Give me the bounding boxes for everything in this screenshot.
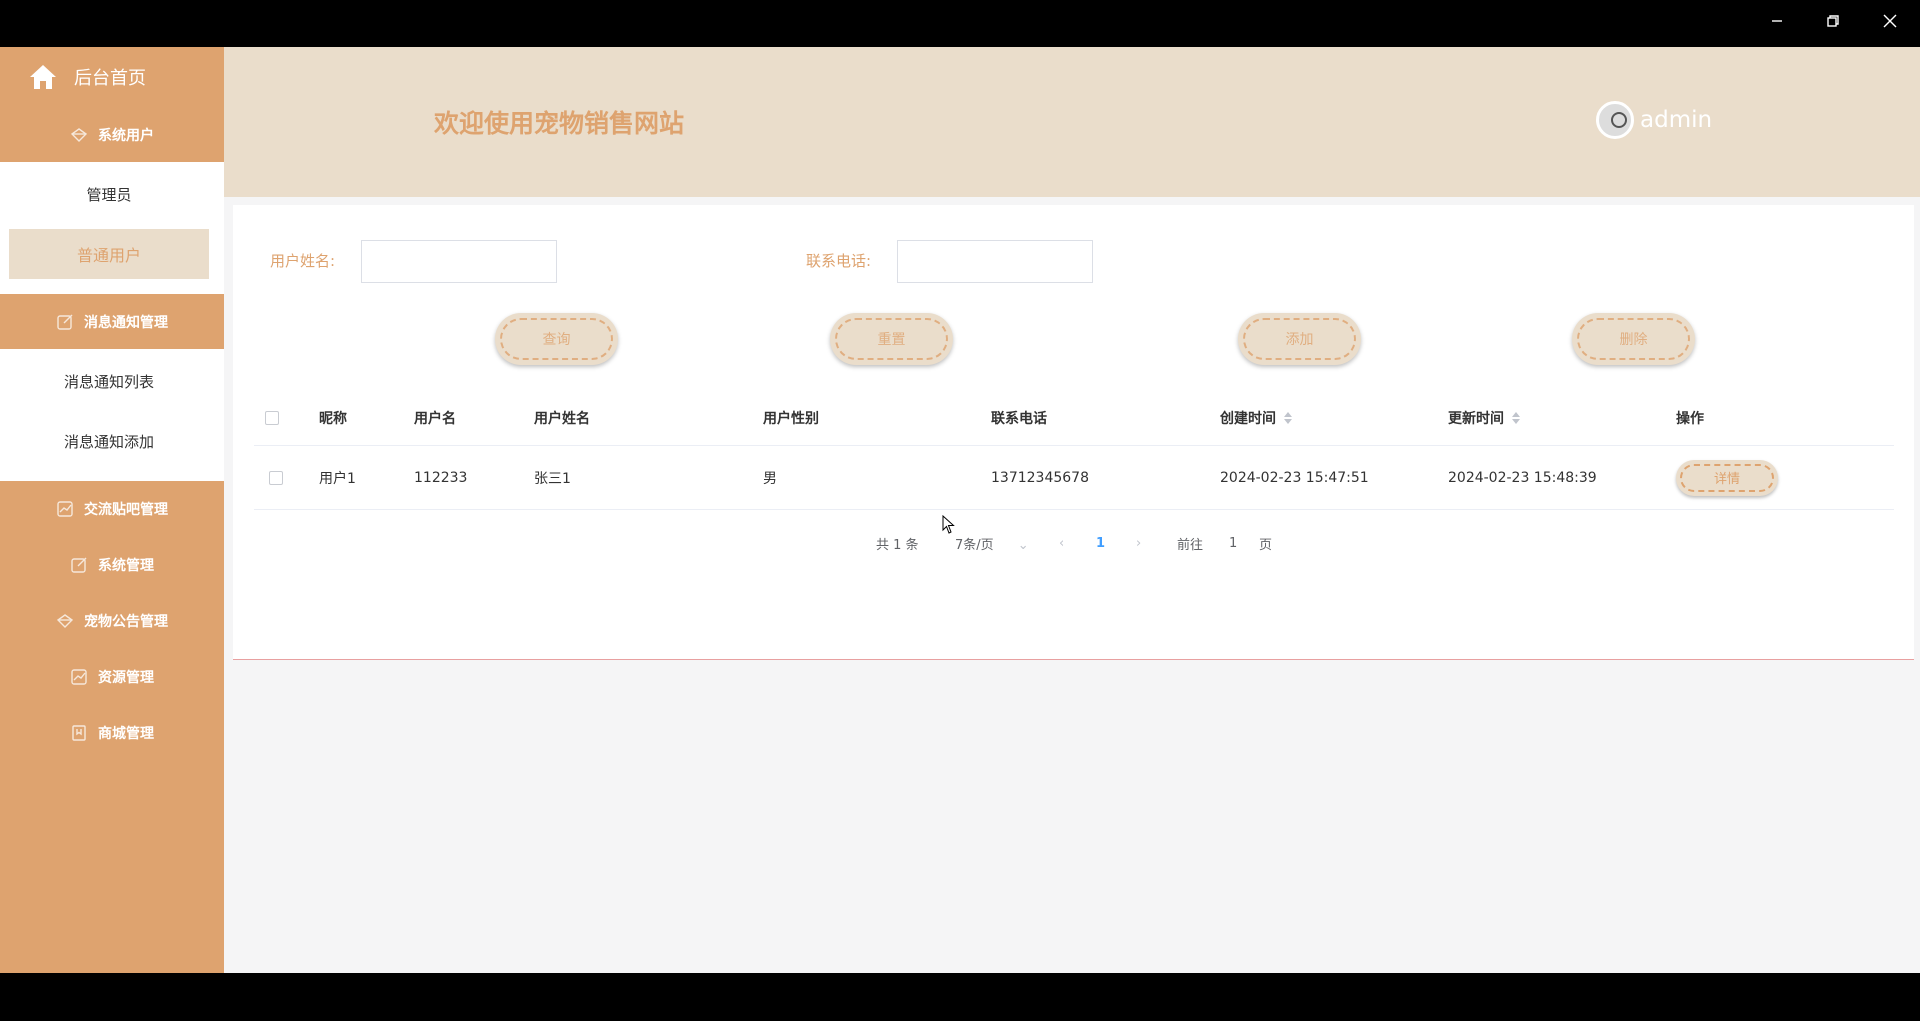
detail-button[interactable]: 详情 [1676,459,1778,496]
sidebar-brand[interactable]: 后台首页 [0,47,224,107]
col-realname: 用户姓名 [534,410,590,427]
menu-resource-label: 资源管理 [98,669,154,686]
goto-label: 前往 [1177,537,1204,553]
restore-icon[interactable] [1813,6,1853,36]
col-created[interactable]: 创建时间 [1220,390,1292,445]
row-checkbox[interactable] [269,470,283,485]
add-button-label: 添加 [1243,318,1356,360]
edit-icon [70,556,88,574]
sort-icon[interactable] [1284,411,1292,424]
bookmark-icon [70,724,88,742]
chart-icon [56,500,74,518]
page-header: 欢迎使用宠物销售网站 admin [224,47,1920,197]
cell-realname: 张三1 [534,470,571,487]
cell-created: 2024-02-23 15:47:51 [1220,469,1369,486]
cell-username: 112233 [414,469,468,486]
select-all-checkbox[interactable] [265,410,279,425]
query-button[interactable]: 查询 [495,313,618,365]
menu-forum[interactable]: 交流贴吧管理 [0,481,224,536]
home-icon [30,65,56,89]
menu-system-manage-label: 系统管理 [98,557,154,574]
sidebar-item-notification-add-label: 消息通知添加 [63,432,154,451]
chart-icon [70,668,88,686]
reset-button[interactable]: 重置 [830,313,953,365]
menu-forum-label: 交流贴吧管理 [84,501,168,518]
pagination-total: 共 1 条 [876,537,919,553]
page-number-current[interactable]: 1 [1096,536,1105,551]
sidebar: 后台首页 系统用户 管理员 普通用户 消息通知管理 消息通知列表 消息通知添加 [0,47,224,973]
menu-shop[interactable]: 商城管理 [0,705,224,760]
goto-page-input[interactable]: 1 [1229,536,1237,551]
menu-pet-notice-label: 宠物公告管理 [84,613,168,630]
select-all-cell [265,390,279,445]
brand-label: 后台首页 [74,68,146,89]
col-username: 用户名 [414,410,456,427]
menu-notification-label: 消息通知管理 [84,314,168,331]
sidebar-item-notification-list[interactable]: 消息通知列表 [9,356,209,406]
col-gender: 用户性别 [763,410,819,427]
diamond-icon [70,126,88,144]
add-button[interactable]: 添加 [1238,313,1361,365]
col-updated-label: 更新时间 [1448,410,1504,427]
sidebar-item-admin-label: 管理员 [86,185,132,204]
menu-notification[interactable]: 消息通知管理 [0,294,224,349]
avatar[interactable] [1596,101,1634,139]
submenu-system-users: 管理员 普通用户 [0,162,224,294]
page-size-label: 7条/页 [955,537,994,553]
search-phone-input[interactable] [897,240,1093,283]
cell-gender: 男 [763,470,777,487]
username: admin [1640,107,1713,133]
cell-nickname: 用户1 [319,470,356,487]
page-size-select[interactable]: 7条/页 ⌄ [955,534,1029,553]
prev-page-icon[interactable]: ‹ [1059,536,1064,551]
chevron-down-icon: ⌄ [1017,537,1029,553]
search-name-label: 用户姓名: [270,252,336,270]
col-phone: 联系电话 [991,410,1047,427]
menu-system-users-label: 系统用户 [98,127,154,144]
col-updated[interactable]: 更新时间 [1448,390,1520,445]
search-name-input[interactable] [361,240,557,283]
minimize-icon[interactable] [1757,6,1797,36]
cell-phone: 13712345678 [991,469,1089,486]
detail-button-label: 详情 [1680,463,1774,492]
submenu-notification: 消息通知列表 消息通知添加 [0,349,224,481]
col-created-label: 创建时间 [1220,410,1276,427]
sidebar-item-normal-user-label: 普通用户 [76,246,141,265]
cell-updated: 2024-02-23 15:48:39 [1448,469,1597,486]
window-titlebar [0,0,1920,47]
table-row: 用户1 112233 张三1 男 13712345678 2024-02-23 … [254,446,1894,510]
menu-resource[interactable]: 资源管理 [0,649,224,704]
row-select-cell [269,446,283,509]
sidebar-item-notification-add[interactable]: 消息通知添加 [9,416,209,466]
col-nickname: 昵称 [319,410,347,427]
goto-suffix: 页 [1259,537,1273,553]
cell-action: 详情 [1676,446,1778,509]
sidebar-item-admin[interactable]: 管理员 [9,169,209,219]
taskbar [0,973,1920,1021]
menu-system-users[interactable]: 系统用户 [0,107,224,162]
user-menu[interactable]: admin [1596,101,1712,139]
delete-button[interactable]: 删除 [1572,313,1695,365]
next-page-icon[interactable]: › [1136,536,1141,551]
diamond-icon [56,612,74,630]
menu-pet-notice[interactable]: 宠物公告管理 [0,593,224,648]
table-header-row: 昵称 用户名 用户姓名 用户性别 联系电话 创建时间 更新时间 操作 [254,390,1894,446]
delete-button-label: 删除 [1577,318,1690,360]
site-title: 欢迎使用宠物销售网站 [434,109,685,138]
search-phone-label: 联系电话: [806,252,872,270]
mouse-cursor-icon [942,515,955,534]
edit-icon [56,313,74,331]
sidebar-item-notification-list-label: 消息通知列表 [63,372,154,391]
col-action: 操作 [1676,410,1704,427]
sidebar-item-normal-user[interactable]: 普通用户 [9,229,209,279]
pagination: 共 1 条 7条/页 ⌄ ‹ 1 › 前往 1 页 [0,532,1920,554]
sort-icon[interactable] [1512,411,1520,424]
query-button-label: 查询 [500,318,613,360]
reset-button-label: 重置 [835,318,948,360]
menu-shop-label: 商城管理 [98,725,154,742]
close-icon[interactable] [1870,6,1910,36]
